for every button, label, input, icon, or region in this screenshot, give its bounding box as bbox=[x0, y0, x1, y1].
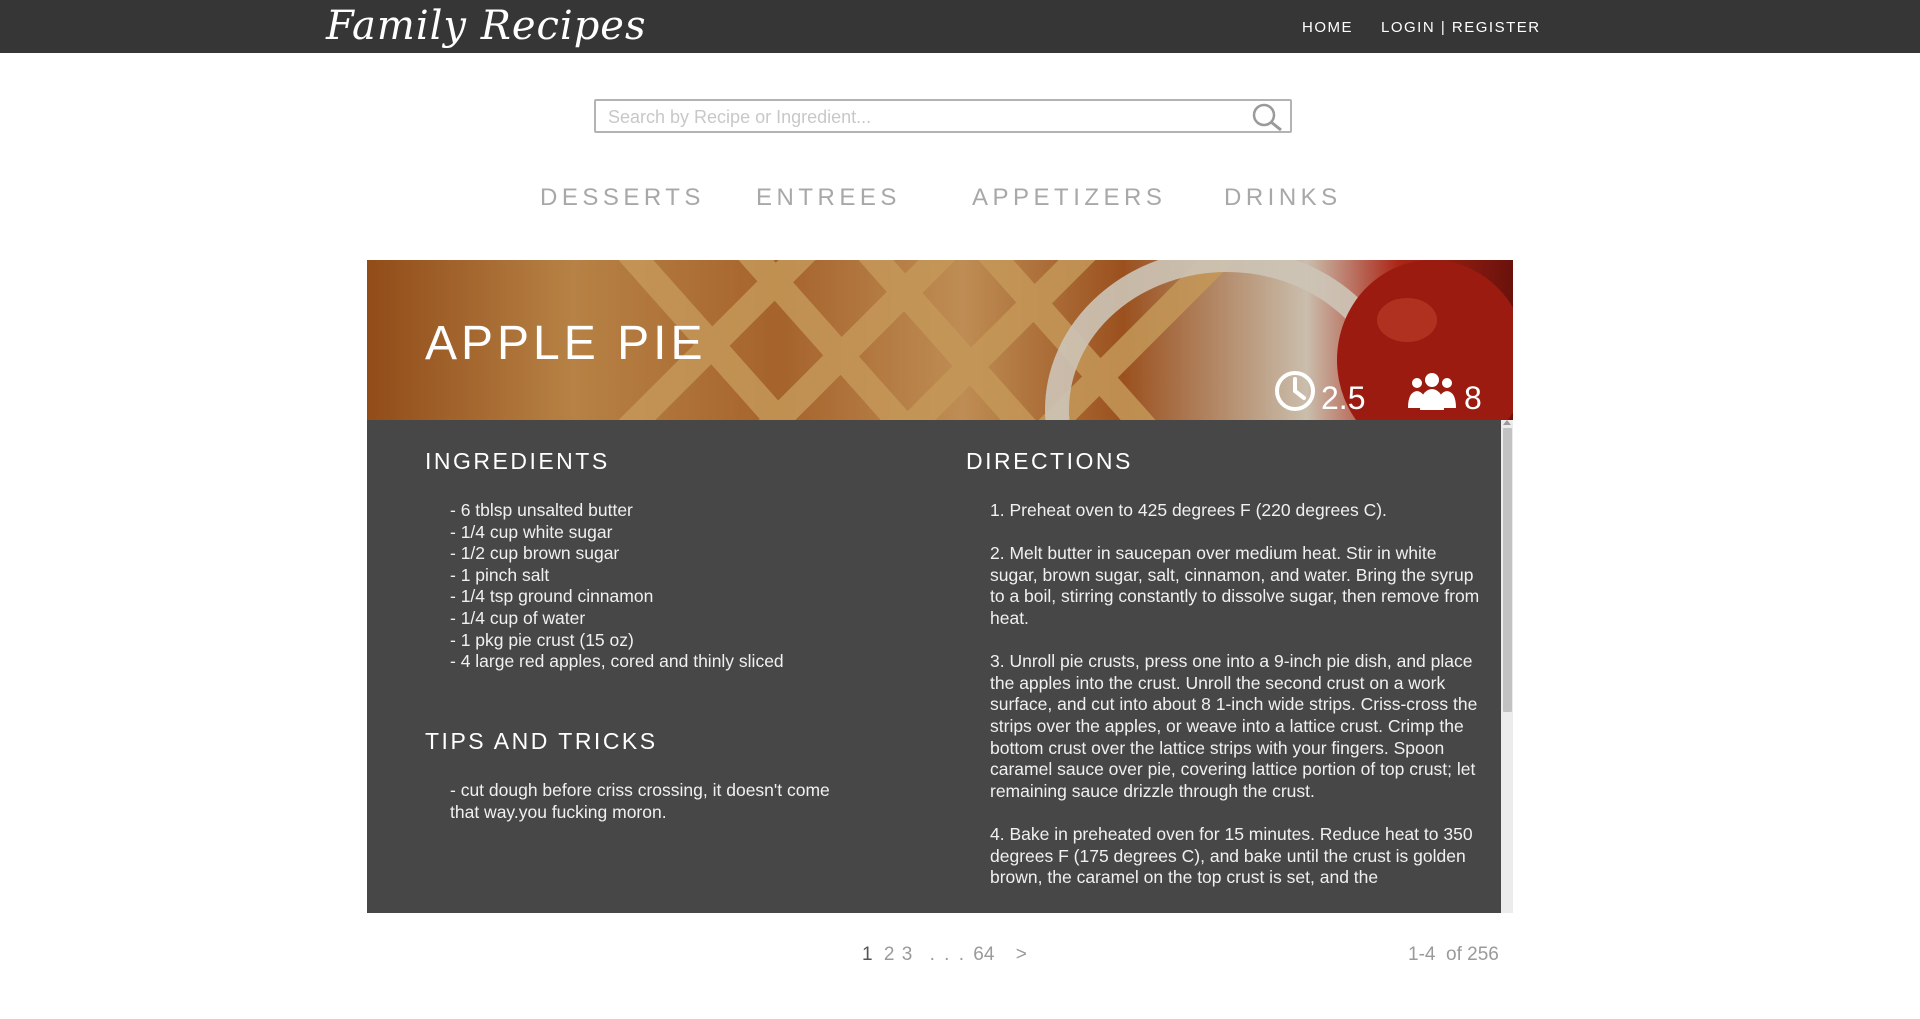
tips-heading: TIPS AND TRICKS bbox=[425, 728, 658, 754]
recipe-servings: 8 bbox=[1464, 380, 1482, 416]
nav-login-register-link[interactable]: LOGIN | REGISTER bbox=[1381, 19, 1541, 36]
search-input[interactable] bbox=[606, 101, 1240, 133]
category-desserts[interactable]: DESSERTS bbox=[540, 184, 705, 212]
ingredient-item: - 1/4 cup white sugar bbox=[450, 521, 613, 542]
ingredient-item: - 6 tblsp unsalted butter bbox=[450, 500, 633, 520]
pagination-ellipsis: . . . bbox=[929, 944, 966, 965]
ingredient-item: - 1/4 cup of water bbox=[450, 607, 586, 628]
search-bar bbox=[594, 99, 1292, 133]
ingredient-item: - 1/2 cup brown sugar bbox=[450, 543, 620, 564]
category-drinks[interactable]: DRINKS bbox=[1224, 184, 1342, 212]
search-icon[interactable] bbox=[1250, 103, 1284, 131]
ingredients-list: - 6 tblsp unsalted butter - 1/4 cup whit… bbox=[450, 500, 784, 673]
directions-scrollbar[interactable] bbox=[1501, 420, 1513, 913]
page-64-link[interactable]: 64 bbox=[973, 944, 994, 966]
next-page-button[interactable]: > bbox=[1016, 944, 1027, 966]
ingredient-item: - 1 pinch salt bbox=[450, 564, 550, 585]
direction-step: 1. Preheat oven to 425 degrees F (220 de… bbox=[990, 500, 1387, 520]
page-3-link[interactable]: 3 bbox=[902, 944, 913, 966]
directions-list: 1. Preheat oven to 425 degrees F (220 de… bbox=[990, 500, 1488, 910]
results-range: 1-4 of 256 bbox=[1408, 944, 1499, 965]
direction-step: 2. Melt butter in saucepan over medium h… bbox=[990, 543, 1480, 628]
category-appetizers[interactable]: APPETIZERS bbox=[972, 184, 1166, 212]
direction-step: 3. Unroll pie crusts, press one into a 9… bbox=[990, 651, 1478, 801]
people-icon bbox=[1408, 373, 1456, 410]
recipe-card: APPLE PIE 2.5 8 INGREDIENTS - 6 tblsp un… bbox=[367, 260, 1513, 913]
recipe-time: 2.5 bbox=[1321, 380, 1366, 416]
category-entrees[interactable]: ENTREES bbox=[756, 184, 901, 212]
direction-step: 4. Bake in preheated oven for 15 minutes… bbox=[990, 823, 1473, 888]
tip-text: - cut dough before criss crossing, it do… bbox=[450, 780, 830, 822]
page-1-link[interactable]: 1 bbox=[862, 944, 873, 966]
clock-icon bbox=[1275, 371, 1315, 411]
site-logo[interactable]: Family Recipes bbox=[326, 0, 647, 53]
ingredients-heading: INGREDIENTS bbox=[425, 448, 610, 474]
directions-heading: DIRECTIONS bbox=[966, 448, 1133, 474]
recipe-hero-image: APPLE PIE 2.5 8 bbox=[367, 260, 1513, 420]
recipe-details-panel: INGREDIENTS - 6 tblsp unsalted butter - … bbox=[367, 420, 1513, 913]
nav-home-link[interactable]: HOME bbox=[1302, 19, 1353, 36]
recipe-title: APPLE PIE bbox=[425, 317, 707, 370]
ingredient-item: - 1/4 tsp ground cinnamon bbox=[450, 586, 654, 607]
top-navbar: Family Recipes HOME LOGIN | REGISTER bbox=[0, 0, 1920, 53]
page-2-link[interactable]: 2 bbox=[884, 944, 895, 966]
scroll-up-arrow-icon[interactable] bbox=[1503, 420, 1511, 425]
scrollbar-thumb[interactable] bbox=[1503, 428, 1512, 712]
pagination: 1 2 3 . . . 64 > bbox=[862, 944, 1027, 966]
ingredient-item: - 1 pkg pie crust (15 oz) bbox=[450, 629, 634, 650]
ingredient-item: - 4 large red apples, cored and thinly s… bbox=[450, 651, 784, 672]
